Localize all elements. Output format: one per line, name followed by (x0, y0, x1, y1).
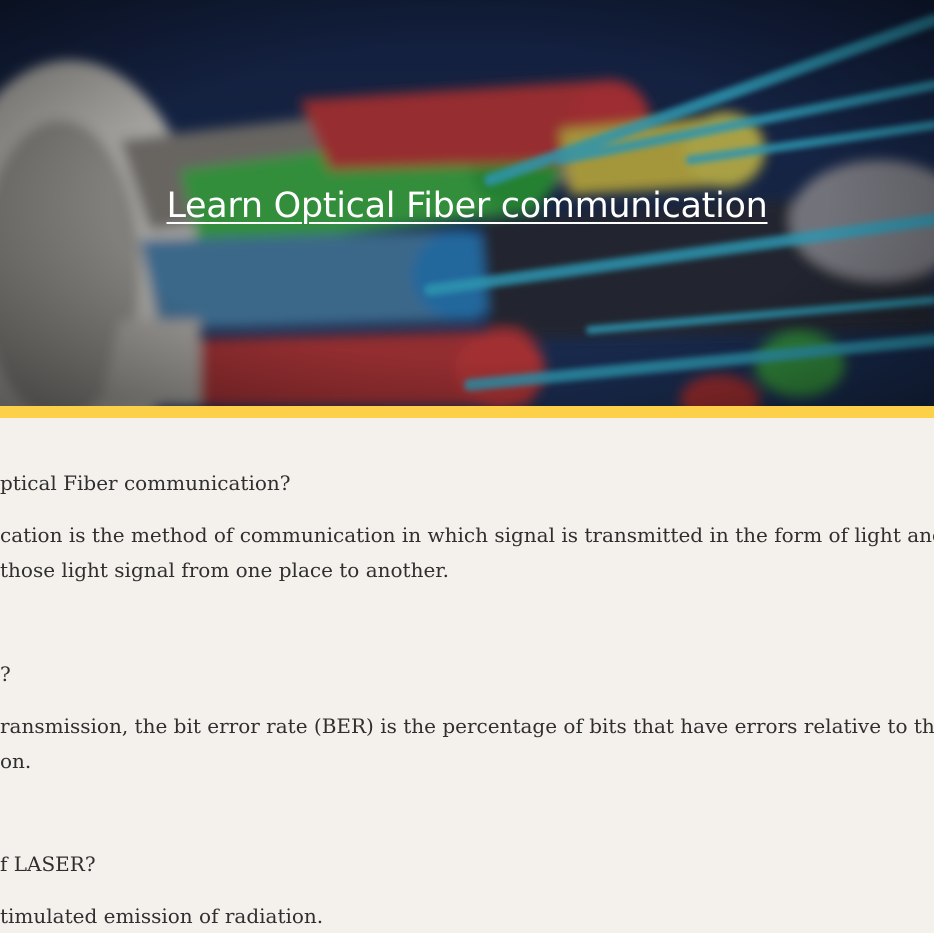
hero-banner: Learn Optical Fiber communication (0, 0, 934, 406)
faq-question: f LASER? (0, 852, 96, 876)
accent-divider (0, 406, 934, 418)
faq-question: ? (0, 662, 11, 686)
faq-question: ptical Fiber communication? (0, 471, 291, 495)
faq-answer-line: those light signal from one place to ano… (0, 558, 450, 582)
faq-content: ptical Fiber communication? cation is th… (0, 418, 934, 933)
faq-answer-line: cation is the method of communication in… (0, 523, 934, 547)
faq-answer-line: timulated emission of radiation. (0, 904, 324, 928)
hero-title-link[interactable]: Learn Optical Fiber communication (0, 186, 934, 226)
faq-answer-line: ransmission, the bit error rate (BER) is… (0, 714, 934, 738)
faq-answer-line: on. (0, 749, 32, 773)
